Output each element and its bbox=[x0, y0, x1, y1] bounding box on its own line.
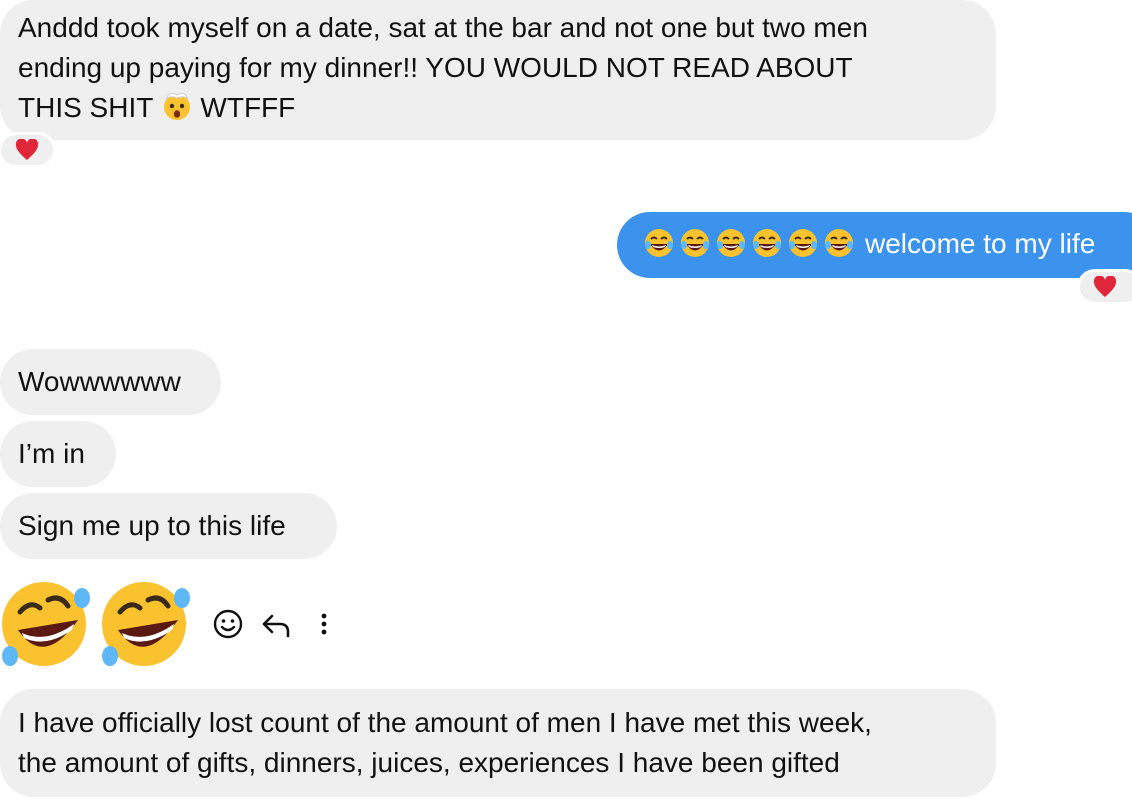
message-text: I’m in bbox=[18, 438, 85, 469]
tears-of-joy-emoji bbox=[717, 229, 745, 257]
message-text: THIS SHIT bbox=[18, 92, 153, 123]
tears-of-joy-emoji bbox=[681, 229, 709, 257]
tears-of-joy-emoji bbox=[645, 229, 673, 257]
message-text: welcome to my life bbox=[865, 228, 1096, 259]
heart-reaction[interactable] bbox=[1077, 269, 1132, 305]
message-bubble-outgoing[interactable]: welcome to my life bbox=[617, 212, 1132, 278]
message-text: Sign me up to this life bbox=[18, 510, 286, 541]
message-text: WTFFF bbox=[200, 92, 296, 123]
heart-icon bbox=[1093, 276, 1117, 297]
tears-of-joy-emoji-row bbox=[643, 227, 855, 259]
reply-arrow-icon[interactable] bbox=[258, 606, 294, 642]
message-bubble-incoming[interactable]: I have officially lost count of the amou… bbox=[0, 689, 996, 797]
message-line: ending up paying for my dinner!! YOU WOU… bbox=[18, 52, 853, 83]
heart-reaction[interactable] bbox=[0, 132, 56, 168]
more-options-icon[interactable] bbox=[310, 606, 338, 642]
rolling-on-floor-laughing-emoji[interactable] bbox=[96, 578, 196, 675]
tears-of-joy-emoji bbox=[825, 229, 853, 257]
message-text: Wowwwwww bbox=[18, 366, 181, 397]
chat-thread: Anddd took myself on a date, sat at the … bbox=[0, 0, 1132, 802]
message-bubble-incoming[interactable]: Sign me up to this life bbox=[0, 493, 337, 559]
message-bubble-incoming[interactable]: Anddd took myself on a date, sat at the … bbox=[0, 0, 996, 140]
message-bubble-incoming[interactable]: Wowwwwww bbox=[0, 349, 221, 415]
rolling-on-floor-laughing-emoji[interactable] bbox=[0, 578, 96, 675]
message-line: the amount of gifts, dinners, juices, ex… bbox=[18, 747, 840, 778]
message-line: I have officially lost count of the amou… bbox=[18, 707, 872, 738]
tears-of-joy-emoji bbox=[789, 229, 817, 257]
message-line-3: THIS SHIT WTFFF bbox=[18, 88, 974, 132]
heart-icon bbox=[15, 139, 39, 160]
tears-of-joy-emoji bbox=[753, 229, 781, 257]
smiley-icon[interactable] bbox=[210, 606, 246, 642]
exploding-head-emoji bbox=[161, 89, 193, 132]
message-bubble-incoming[interactable]: I’m in bbox=[0, 421, 116, 487]
message-line: Anddd took myself on a date, sat at the … bbox=[18, 12, 868, 43]
